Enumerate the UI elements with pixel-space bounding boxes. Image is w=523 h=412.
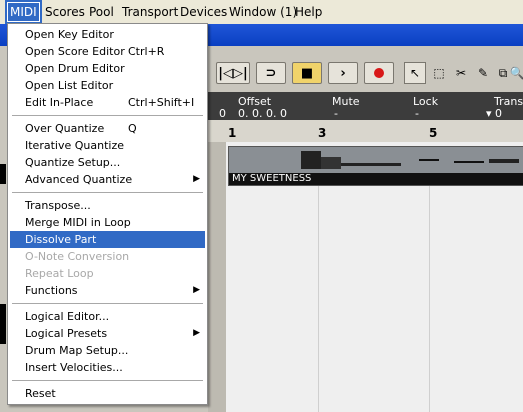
- part-waveform: [301, 151, 519, 169]
- bar-3-label: 3: [318, 126, 327, 140]
- midi-part[interactable]: MY SWEETNESS: [228, 146, 523, 186]
- transpose-value[interactable]: ▾ 0: [486, 107, 502, 120]
- menu-item-edit-in-place[interactable]: Edit In-Place Ctrl+Shift+I: [10, 94, 205, 111]
- menu-item-reset[interactable]: Reset: [10, 385, 205, 402]
- menu-separator: [12, 303, 203, 304]
- skip-icon: |◁▷|: [218, 65, 248, 81]
- offset-value[interactable]: 0. 0. 0. 0: [238, 107, 287, 120]
- play-icon: ›: [340, 65, 346, 81]
- menu-item-open-drum-editor[interactable]: Open Drum Editor: [10, 60, 205, 77]
- menu-item-iterative-quantize[interactable]: Iterative Quantize: [10, 137, 205, 154]
- info-line: Offset Mute Lock Trans 0 0. 0. 0. 0 - - …: [208, 92, 523, 120]
- part-name: MY SWEETNESS: [229, 173, 523, 185]
- record-icon: [374, 68, 384, 78]
- menu-midi[interactable]: MIDI: [5, 0, 42, 24]
- lock-value[interactable]: -: [415, 107, 419, 120]
- gridline: [318, 184, 319, 412]
- track-list-edge: [0, 304, 6, 344]
- mute-value[interactable]: -: [334, 107, 338, 120]
- range-tool[interactable]: ⬚: [428, 62, 450, 84]
- menu-item-quantize-setup[interactable]: Quantize Setup...: [10, 154, 205, 171]
- menu-transport[interactable]: Transport: [117, 0, 183, 24]
- go-to-start-button[interactable]: |◁▷|: [216, 62, 250, 84]
- stop-icon: ■: [300, 65, 314, 81]
- submenu-arrow-icon: ▶: [193, 328, 200, 338]
- menu-bar: MIDI Scores Pool Transport Devices Windo…: [0, 0, 523, 25]
- menu-item-merge-midi-in-loop[interactable]: Merge MIDI in Loop: [10, 214, 205, 231]
- gridline: [429, 184, 430, 412]
- zoom-tool[interactable]: 🔍: [510, 62, 523, 84]
- menu-help[interactable]: Help: [290, 0, 327, 24]
- scissors-icon: ✂: [455, 66, 467, 80]
- menu-item-logical-editor[interactable]: Logical Editor...: [10, 308, 205, 325]
- submenu-arrow-icon: ▶: [193, 285, 200, 295]
- menu-item-insert-velocities[interactable]: Insert Velocities...: [10, 359, 205, 376]
- stop-button[interactable]: ■: [292, 62, 322, 84]
- menu-separator: [12, 192, 203, 193]
- pencil-icon: ✎: [477, 66, 489, 80]
- menu-scores[interactable]: Scores: [40, 0, 90, 24]
- cycle-button[interactable]: ⊃: [256, 62, 286, 84]
- midi-dropdown-menu: Open Key Editor Open Score Editor Ctrl+R …: [7, 23, 208, 405]
- menu-item-over-quantize[interactable]: Over Quantize Q: [10, 120, 205, 137]
- menu-item-open-key-editor[interactable]: Open Key Editor: [10, 26, 205, 43]
- menu-item-dissolve-part[interactable]: Dissolve Part: [10, 231, 205, 248]
- menu-item-o-note-conversion: O-Note Conversion: [25, 250, 130, 263]
- menu-item-open-score-editor[interactable]: Open Score Editor Ctrl+R: [10, 43, 205, 60]
- arrow-tool[interactable]: ↖: [404, 62, 426, 84]
- menu-item-logical-presets[interactable]: Logical Presets ▶: [10, 325, 205, 342]
- record-button[interactable]: [364, 62, 394, 84]
- scissors-tool[interactable]: ✂: [450, 62, 472, 84]
- menu-item-advanced-quantize[interactable]: Advanced Quantize ▶: [10, 171, 205, 188]
- menu-separator: [12, 115, 203, 116]
- range-icon: ⬚: [433, 66, 445, 80]
- menu-separator: [12, 380, 203, 381]
- menu-pool[interactable]: Pool: [84, 0, 119, 24]
- cycle-icon: ⊃: [265, 65, 277, 81]
- start-value[interactable]: 0: [219, 107, 226, 120]
- menu-item-functions[interactable]: Functions ▶: [10, 282, 205, 299]
- menu-item-repeat-loop: Repeat Loop: [25, 267, 94, 280]
- menu-item-drum-map-setup[interactable]: Drum Map Setup...: [10, 342, 205, 359]
- track-list-edge: [0, 164, 6, 184]
- play-button[interactable]: ›: [328, 62, 358, 84]
- track-strip: [208, 142, 226, 412]
- pencil-tool[interactable]: ✎: [472, 62, 494, 84]
- toolbar: |◁▷| ⊃ ■ › ↖ ⬚ ✂ ✎ ⧉ 🔍: [208, 56, 523, 92]
- ruler[interactable]: 1 3 5: [208, 120, 523, 143]
- bar-1-label: 1: [228, 126, 237, 140]
- glue-icon: ⧉: [498, 65, 508, 80]
- menu-item-transpose[interactable]: Transpose...: [10, 197, 205, 214]
- magnifier-icon: 🔍: [509, 66, 523, 80]
- menu-item-open-list-editor[interactable]: Open List Editor: [10, 77, 205, 94]
- submenu-arrow-icon: ▶: [193, 174, 200, 184]
- bar-5-label: 5: [429, 126, 438, 140]
- arrow-icon: ↖: [409, 66, 421, 80]
